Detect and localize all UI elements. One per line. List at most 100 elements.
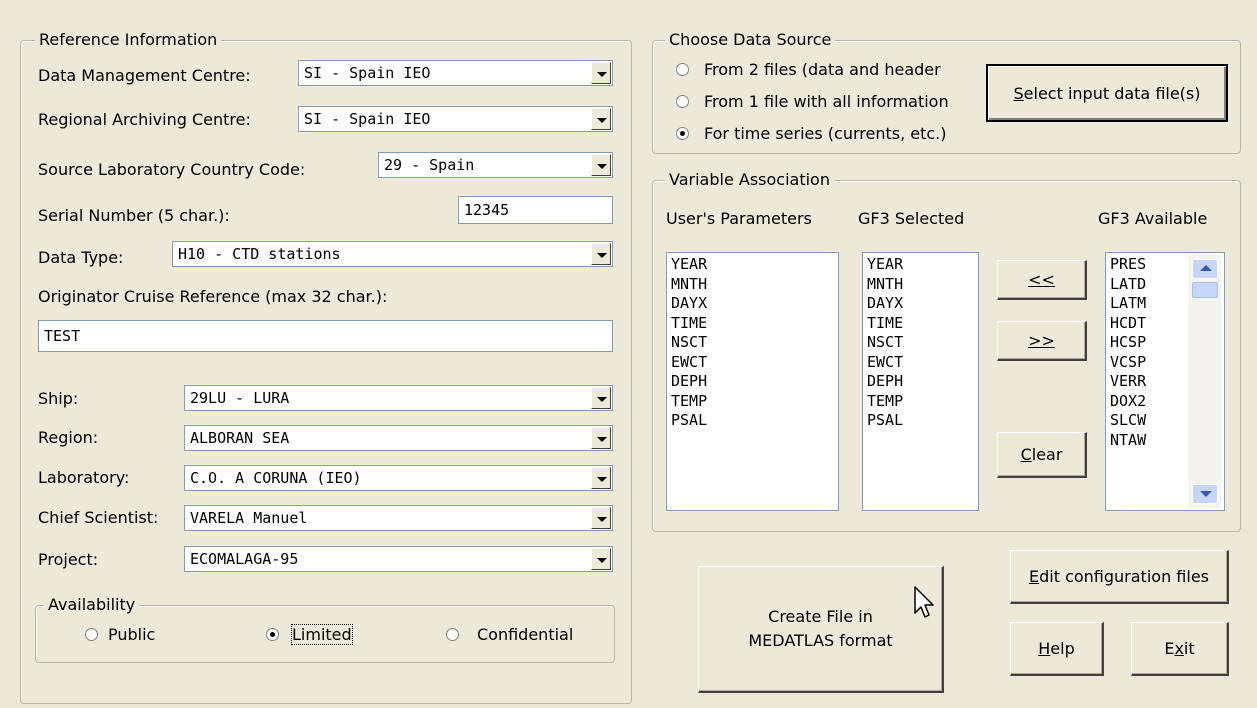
exit-label-end: it — [1183, 639, 1195, 658]
ship-label: Ship: — [38, 389, 79, 408]
move-right-button[interactable]: >> — [997, 321, 1087, 361]
region-dropdown-icon[interactable] — [591, 427, 611, 449]
list-item[interactable]: TIME — [671, 314, 834, 334]
laboratory-select[interactable]: C.O. A CORUNA (IEO) — [184, 465, 613, 491]
laboratory-dropdown-icon[interactable] — [591, 467, 611, 489]
variable-association-legend: Variable Association — [665, 170, 834, 189]
availability-limited-radio[interactable] — [266, 628, 279, 641]
list-item[interactable]: TEMP — [671, 392, 834, 412]
scroll-thumb[interactable] — [1192, 282, 1218, 298]
list-item[interactable]: PSAL — [671, 411, 834, 431]
select-input-button-accel: S — [1013, 83, 1024, 103]
scroll-up-icon[interactable] — [1192, 259, 1218, 279]
scroll-down-icon[interactable] — [1192, 484, 1218, 504]
source-one-file-label[interactable]: From 1 file with all information — [704, 92, 949, 111]
ship-select[interactable]: 29LU - LURA — [184, 385, 613, 411]
cruise-reference-label: Originator Cruise Reference (max 32 char… — [38, 287, 388, 306]
gf3-available-scrollbar[interactable] — [1188, 255, 1221, 508]
list-item[interactable]: DAYX — [671, 294, 834, 314]
help-button[interactable]: Help — [1010, 622, 1104, 676]
create-button-line2: MEDATLAS format — [748, 631, 893, 650]
serial-number-input[interactable]: 12345 — [458, 196, 613, 224]
list-item[interactable]: DAYX — [867, 294, 974, 314]
ship-dropdown-icon[interactable] — [591, 387, 611, 409]
region-value: ALBORAN SEA — [190, 429, 290, 447]
source-time-series-radio[interactable] — [676, 127, 689, 140]
source-one-file-radio[interactable] — [676, 95, 689, 108]
edit-config-accel: E — [1029, 567, 1040, 586]
source-two-files-label[interactable]: From 2 files (data and header — [704, 60, 941, 79]
move-left-button[interactable]: << — [997, 260, 1087, 300]
region-select[interactable]: ALBORAN SEA — [184, 425, 613, 451]
edit-config-label: dit configuration files — [1039, 567, 1209, 586]
create-button-line1: Create File in — [768, 607, 873, 626]
rac-label: Regional Archiving Centre: — [38, 110, 251, 129]
gf3-selected-list[interactable]: YEAR MNTH DAYX TIME NSCT EWCT DEPH TEMP PSAL — [862, 252, 979, 511]
data-type-dropdown-icon[interactable] — [591, 243, 611, 265]
dmc-dropdown-icon[interactable] — [591, 62, 611, 84]
exit-button[interactable]: Exit — [1131, 622, 1229, 676]
project-dropdown-icon[interactable] — [591, 548, 611, 570]
country-code-value: 29 - Spain — [384, 156, 475, 174]
availability-limited-label[interactable]: Limited — [291, 624, 353, 645]
exit-label-start: E — [1164, 639, 1175, 658]
availability-confidential-radio[interactable] — [446, 628, 459, 641]
dmc-label: Data Management Centre: — [38, 66, 251, 85]
serial-number-label: Serial Number (5 char.): — [38, 206, 230, 225]
clear-button[interactable]: Clear — [997, 432, 1087, 478]
create-medatlas-file-button[interactable]: Create File in MEDATLAS format — [698, 566, 944, 693]
availability-public-radio[interactable] — [85, 628, 98, 641]
availability-confidential-label[interactable]: Confidential — [477, 625, 573, 644]
list-item[interactable]: YEAR — [867, 255, 974, 275]
list-item[interactable]: DEPH — [867, 372, 974, 392]
rac-dropdown-icon[interactable] — [591, 108, 611, 130]
move-right-label: >> — [1028, 331, 1055, 350]
chief-scientist-dropdown-icon[interactable] — [591, 507, 611, 529]
list-item[interactable]: NSCT — [671, 333, 834, 353]
users-parameters-list[interactable]: YEAR MNTH DAYX TIME NSCT EWCT DEPH TEMP PSAL — [666, 252, 839, 511]
select-input-data-files-button[interactable]: Select input data file(s) — [986, 64, 1228, 122]
list-item[interactable]: PSAL — [867, 411, 974, 431]
list-item[interactable]: TEMP — [867, 392, 974, 412]
rac-value: SI - Spain IEO — [304, 110, 431, 128]
move-left-label: << — [1028, 270, 1055, 289]
help-accel: H — [1038, 639, 1051, 658]
clear-button-label: lear — [1031, 445, 1063, 464]
edit-configuration-files-button[interactable]: Edit configuration files — [1010, 550, 1229, 604]
list-item[interactable]: YEAR — [671, 255, 834, 275]
list-item[interactable]: EWCT — [671, 353, 834, 373]
list-item[interactable]: DEPH — [671, 372, 834, 392]
chief-scientist-select[interactable]: VARELA Manuel — [184, 505, 613, 531]
country-code-label: Source Laboratory Country Code: — [38, 160, 306, 179]
list-item[interactable]: MNTH — [671, 275, 834, 295]
reference-information-legend: Reference Information — [35, 30, 222, 49]
chief-scientist-label: Chief Scientist: — [38, 508, 159, 527]
dmc-select[interactable]: SI - Spain IEO — [298, 60, 613, 86]
list-item[interactable]: NSCT — [867, 333, 974, 353]
list-item[interactable]: EWCT — [867, 353, 974, 373]
project-select[interactable]: ECOMALAGA-95 — [184, 546, 613, 572]
cruise-reference-input[interactable]: TEST — [38, 320, 613, 352]
exit-accel: x — [1174, 639, 1184, 658]
chief-scientist-value: VARELA Manuel — [190, 509, 308, 527]
data-type-select[interactable]: H10 - CTD stations — [172, 241, 613, 267]
users-parameters-header: User's Parameters — [666, 209, 812, 228]
source-time-series-label[interactable]: For time series (currents, etc.) — [704, 124, 947, 143]
gf3-available-header: GF3 Available — [1098, 209, 1208, 228]
list-item[interactable]: TIME — [867, 314, 974, 334]
serial-number-value: 12345 — [464, 201, 510, 219]
help-label: elp — [1050, 639, 1075, 658]
country-code-dropdown-icon[interactable] — [591, 154, 611, 176]
country-code-select[interactable]: 29 - Spain — [378, 152, 613, 178]
list-item[interactable]: MNTH — [867, 275, 974, 295]
choose-data-source-legend: Choose Data Source — [665, 30, 836, 49]
data-type-value: H10 - CTD stations — [178, 245, 341, 263]
availability-public-label[interactable]: Public — [108, 625, 155, 644]
dmc-value: SI - Spain IEO — [304, 64, 431, 82]
rac-select[interactable]: SI - Spain IEO — [298, 106, 613, 132]
source-two-files-radio[interactable] — [676, 63, 689, 76]
cruise-reference-value: TEST — [44, 327, 81, 345]
select-input-button-label: elect input data file(s) — [1023, 83, 1201, 103]
clear-button-accel: C — [1020, 445, 1032, 464]
mouse-cursor-icon — [914, 586, 934, 618]
